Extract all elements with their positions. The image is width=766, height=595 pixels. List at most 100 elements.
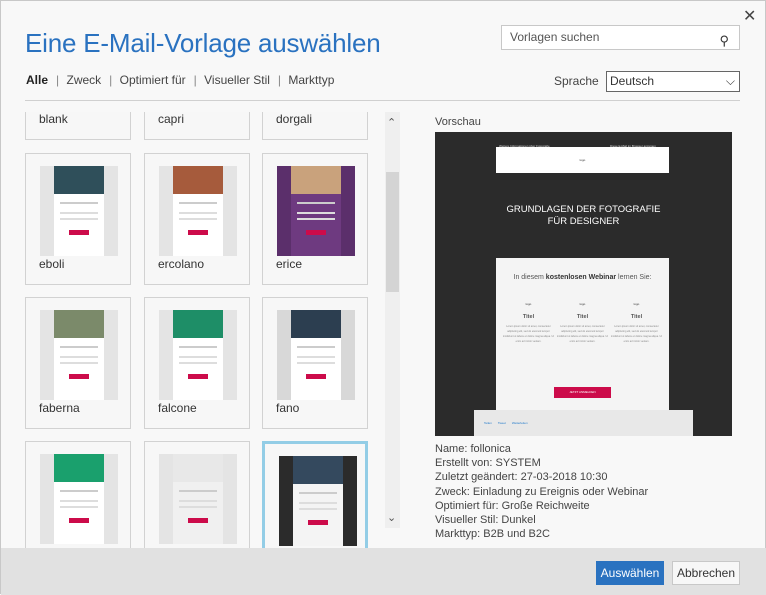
- select-button[interactable]: Auswählen: [596, 561, 664, 585]
- divider: [25, 100, 740, 101]
- scrollbar-thumb[interactable]: [386, 172, 399, 292]
- template-tile[interactable]: follonica: [262, 441, 368, 548]
- chevron-down-icon[interactable]: ⌄: [387, 511, 396, 524]
- dialog-title: Eine E-Mail-Vorlage auswählen: [25, 28, 381, 58]
- column-logo: logo: [633, 302, 640, 306]
- preview-column: logo Titel Lorem ipsum dolor sit amet, con…: [556, 302, 609, 344]
- column-title: Titel: [522, 314, 535, 320]
- search-icon[interactable]: ⚲: [719, 29, 729, 52]
- template-tile[interactable]: [144, 441, 250, 548]
- info-optimized: Optimiert für: Große Reichweite: [435, 499, 590, 512]
- info-market: Markttyp: B2B und B2C: [435, 528, 550, 541]
- template-thumbnail: [277, 166, 355, 256]
- separator: |: [193, 73, 197, 87]
- template-name: fano: [276, 401, 300, 415]
- preview-logo: logo: [496, 147, 669, 173]
- thumbnail-content: [293, 456, 343, 546]
- template-tile[interactable]: erice: [262, 153, 368, 285]
- template-name: ercolano: [158, 257, 205, 271]
- template-thumbnail: [279, 456, 357, 546]
- column-title: Titel: [630, 314, 643, 320]
- footer-forward: Weiterleiten: [511, 421, 528, 425]
- filter-visual-style[interactable]: Visueller Stil: [204, 73, 270, 87]
- template-thumbnail: [40, 166, 118, 256]
- filter-bar: Alle | Zweck | Optimiert für | Visueller St…: [26, 73, 338, 87]
- footer-tweet: Tweet: [497, 421, 506, 425]
- template-tile[interactable]: fano: [262, 297, 368, 429]
- column-title: Titel: [576, 314, 589, 320]
- template-grid: blank capri dorgali eboli ercolano erice faber…: [25, 112, 375, 548]
- template-name: eboli: [39, 257, 65, 271]
- language-label: Sprache: [554, 74, 599, 88]
- preview-label: Vorschau: [435, 116, 481, 128]
- template-info: Name: follonica Erstellt von: SYSTEM Zul…: [435, 442, 648, 541]
- filter-optimized[interactable]: Optimiert für: [120, 73, 186, 87]
- template-tile[interactable]: faberna: [25, 297, 131, 429]
- template-preview: Weitere Informationen über Fotografie Di…: [435, 132, 732, 436]
- close-icon[interactable]: ✕: [743, 6, 756, 26]
- filter-market-type[interactable]: Markttyp: [288, 73, 334, 87]
- template-thumbnail: [159, 166, 237, 256]
- intro-text: In diesem: [513, 274, 546, 281]
- separator: |: [277, 73, 282, 87]
- chevron-down-icon: ⌵: [725, 74, 735, 88]
- info-purpose: Zweck: Einladung zu Ereignis oder Webina…: [435, 485, 649, 498]
- template-thumbnail: [159, 454, 237, 544]
- template-tile[interactable]: falcone: [144, 297, 250, 429]
- separator: |: [109, 73, 113, 87]
- info-modified: Zuletzt geändert: 27-03-2018 10:30: [435, 471, 608, 484]
- template-name: capri: [158, 112, 185, 126]
- filter-purpose[interactable]: Zweck: [66, 73, 101, 87]
- language-value: Deutsch: [610, 74, 655, 88]
- info-created-by: Erstellt von: SYSTEM: [435, 457, 541, 470]
- filter-all[interactable]: Alle: [26, 73, 48, 87]
- search-placeholder: Vorlagen suchen: [510, 30, 600, 44]
- language-select[interactable]: Deutsch ⌵: [606, 71, 740, 92]
- intro-bold: kostenlosen Webinar: [545, 274, 617, 281]
- thumbnail-content: [173, 166, 223, 256]
- thumbnail-content: [54, 454, 104, 544]
- template-tile[interactable]: eboli: [25, 153, 131, 285]
- preview-hero: GRUNDLAGEN DER FOTOGRAFIE FÜR DESIGNER: [435, 204, 732, 228]
- preview-body: In diesem kostenlosen Webinar lernen Sie…: [496, 258, 669, 410]
- column-logo: logo: [579, 302, 586, 306]
- template-tile[interactable]: [25, 441, 131, 548]
- column-text: Lorem ipsum dolor sit amet, consectetur …: [502, 325, 554, 343]
- template-tile[interactable]: ercolano: [144, 153, 250, 285]
- cancel-button[interactable]: Abbrechen: [672, 561, 740, 585]
- column-text: Lorem ipsum dolor sit amet, consectetur …: [556, 325, 608, 343]
- template-tile[interactable]: blank: [25, 112, 131, 140]
- preview-intro: In diesem kostenlosen Webinar lernen Sie…: [496, 274, 669, 281]
- search-input[interactable]: Vorlagen suchen ⚲: [501, 25, 740, 50]
- column-text: Lorem ipsum dolor sit amet, consectetur …: [610, 325, 662, 343]
- template-thumbnail: [159, 310, 237, 400]
- thumbnail-content: [54, 310, 104, 400]
- preview-column: logo Titel Lorem ipsum dolor sit amet, con…: [502, 302, 555, 344]
- preview-footer: Teilen Tweet Weiterleiten: [474, 410, 693, 436]
- template-name: faberna: [39, 401, 80, 415]
- column-logo: logo: [525, 302, 532, 306]
- template-tile[interactable]: dorgali: [262, 112, 368, 140]
- template-thumbnail: [40, 310, 118, 400]
- info-name: Name: follonica: [435, 443, 511, 455]
- info-style: Visueller Stil: Dunkel: [435, 514, 536, 527]
- preview-cta: JETZT ANMELDEN: [554, 387, 611, 398]
- template-thumbnail: [277, 310, 355, 400]
- thumbnail-content: [173, 310, 223, 400]
- hero-line1: GRUNDLAGEN DER FOTOGRAFIE: [506, 204, 661, 215]
- template-name: falcone: [158, 401, 197, 415]
- separator: |: [56, 73, 60, 87]
- hero-line2: FÜR DESIGNER: [547, 216, 620, 227]
- thumbnail-content: [54, 166, 104, 256]
- template-name: erice: [276, 257, 303, 271]
- template-name: dorgali: [276, 112, 313, 126]
- template-tile[interactable]: capri: [144, 112, 250, 140]
- intro-text: lernen Sie:: [616, 274, 652, 281]
- thumbnail-content: [173, 454, 223, 544]
- scrollbar[interactable]: ⌃ ⌄: [385, 112, 400, 528]
- chevron-up-icon[interactable]: ⌃: [387, 116, 396, 129]
- template-thumbnail: [40, 454, 118, 544]
- thumbnail-content: [291, 166, 341, 256]
- preview-column: logo Titel Lorem ipsum dolor sit amet, con…: [610, 302, 663, 344]
- footer-share: Teilen: [484, 421, 492, 425]
